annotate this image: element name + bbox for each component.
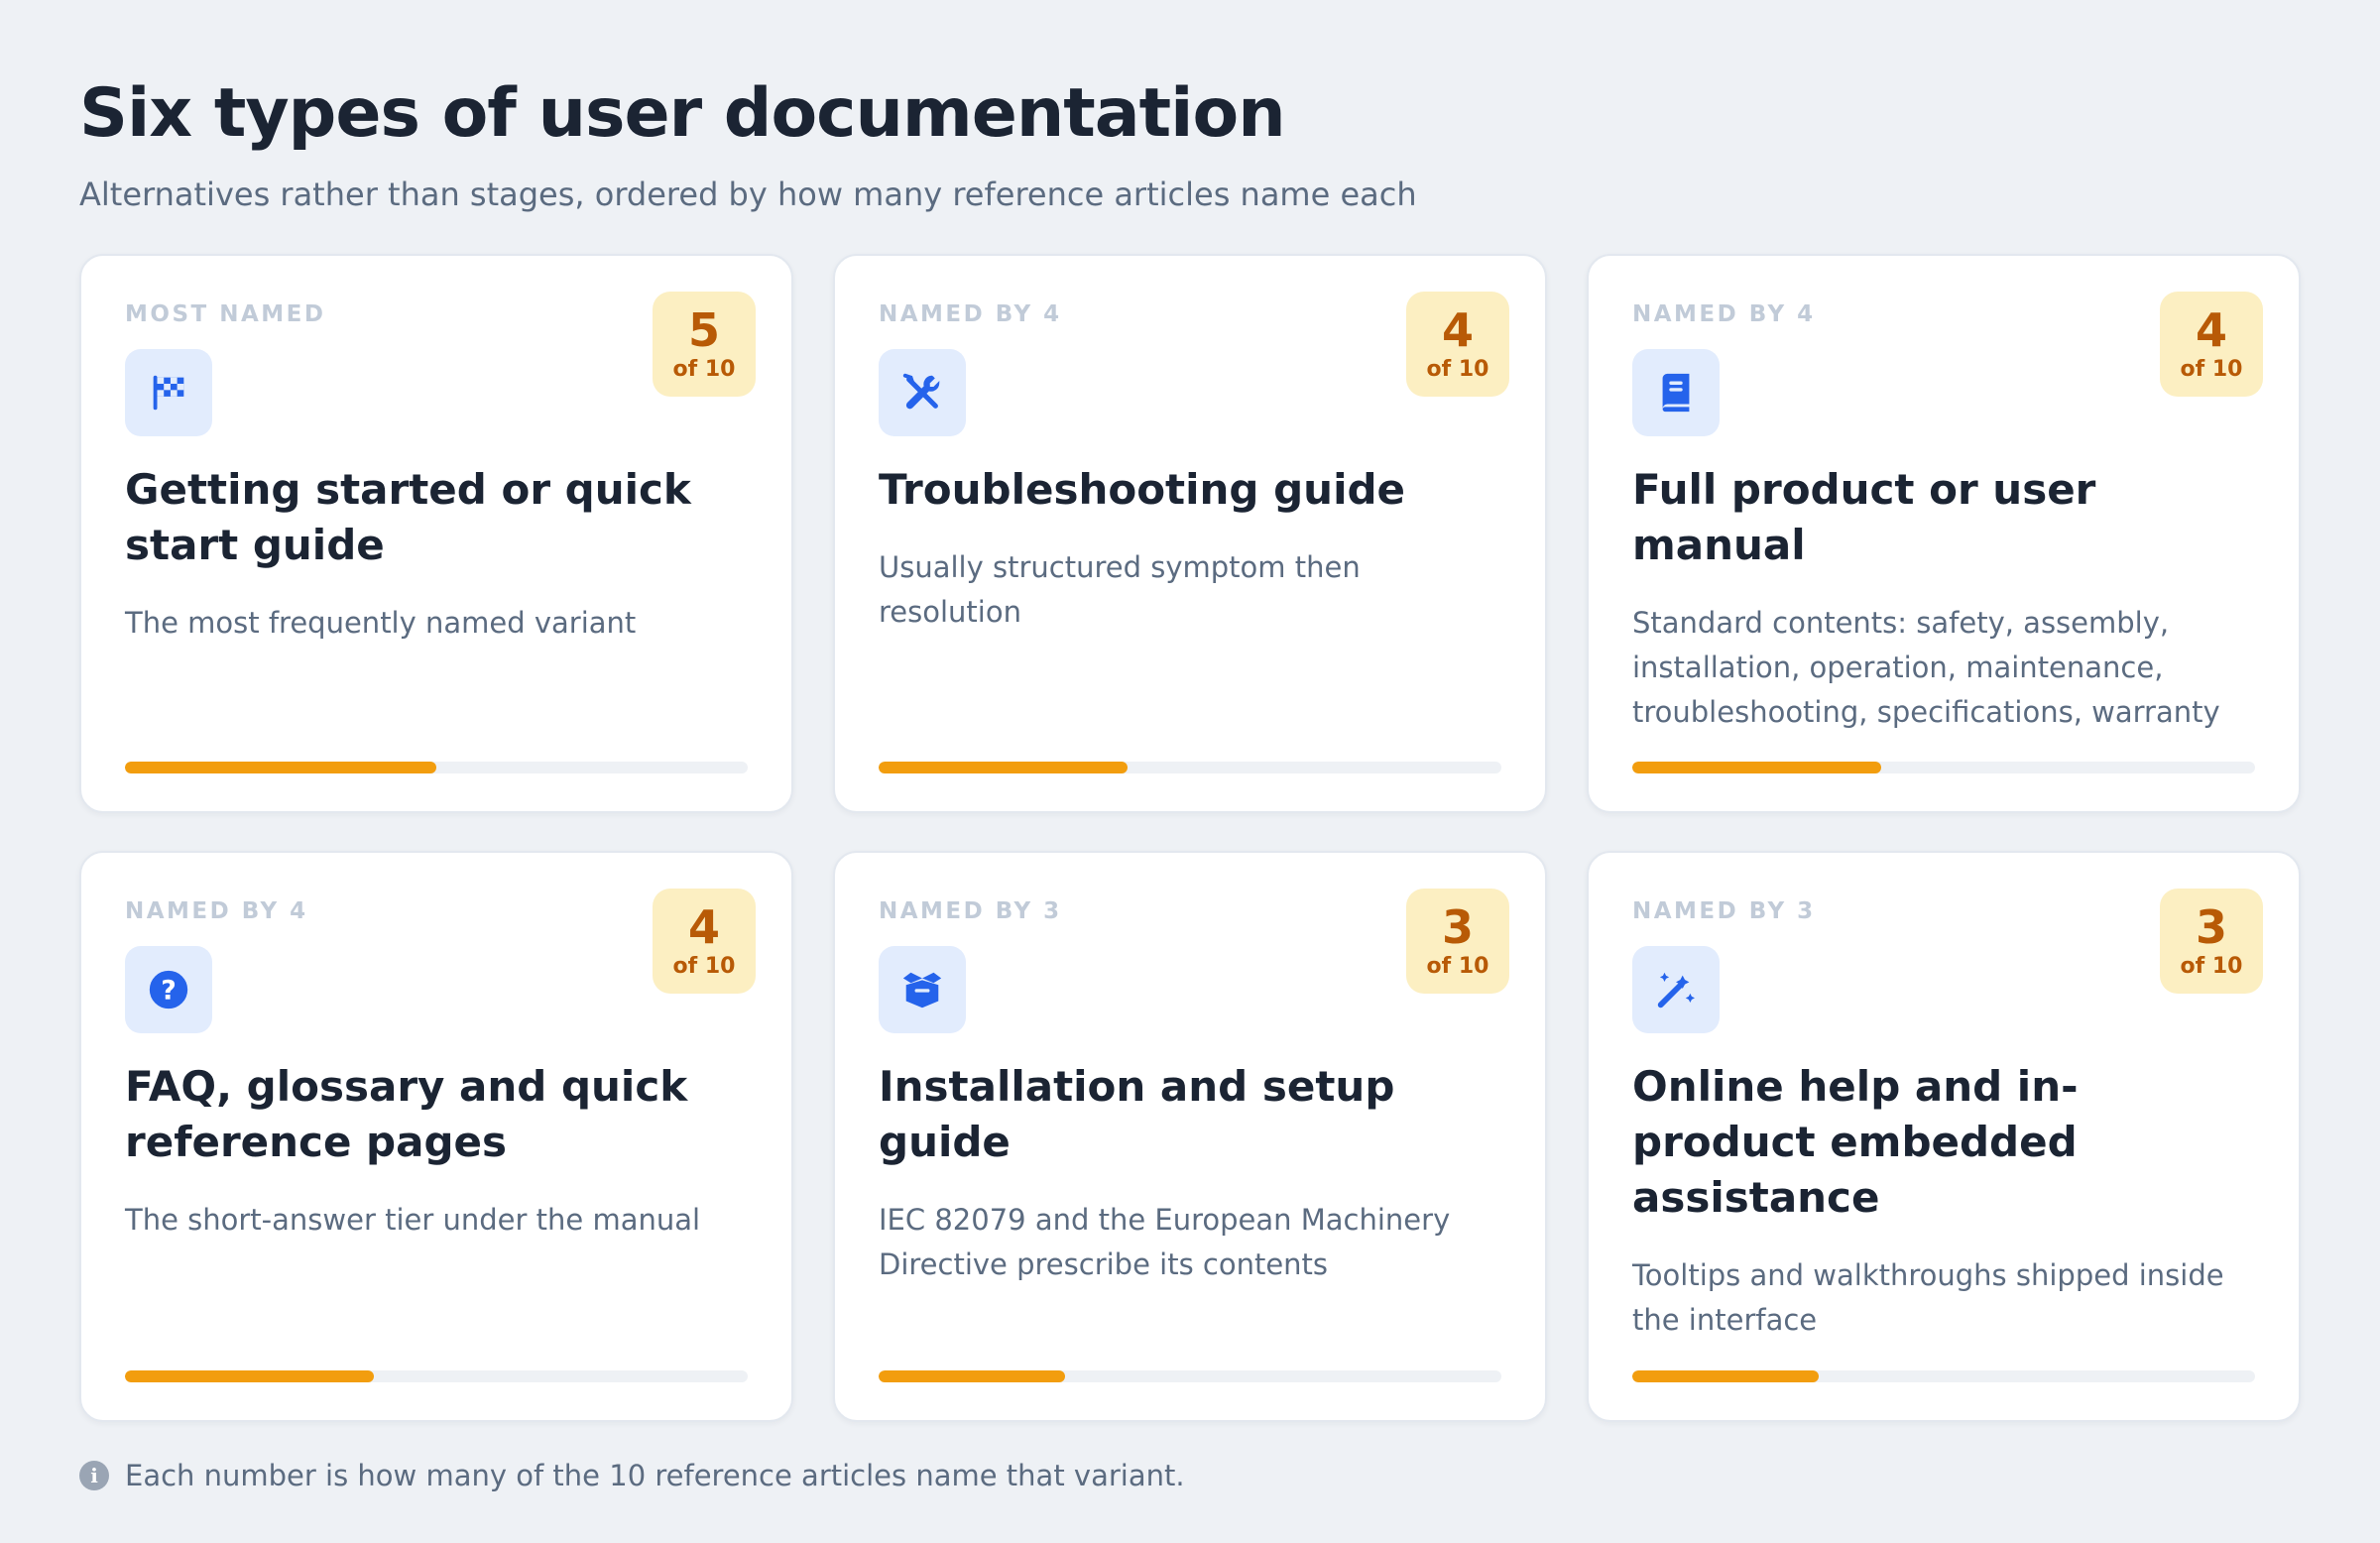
count-value: 3 bbox=[1441, 900, 1474, 954]
card-tag: NAMED BY 3 bbox=[1632, 898, 1816, 924]
card-product-manual: NAMED BY 4 4 of 10 Full product or user … bbox=[1587, 254, 2301, 813]
count-badge: 4 of 10 bbox=[653, 889, 756, 994]
card-online-help: NAMED BY 3 3 of 10 Online help and in-pr… bbox=[1587, 851, 2301, 1422]
count-value: 3 bbox=[2195, 900, 2227, 954]
progress-track bbox=[879, 1370, 1501, 1382]
tools-icon bbox=[879, 349, 966, 436]
info-icon: i bbox=[79, 1461, 109, 1490]
card-installation-setup: NAMED BY 3 3 of 10 Installation and setu… bbox=[833, 851, 1547, 1422]
card-description: IEC 82079 and the European Machinery Dir… bbox=[879, 1203, 1451, 1281]
card-getting-started: MOST NAMED 5 of 10 Getting started or qu… bbox=[79, 254, 793, 813]
progress-fill bbox=[125, 762, 436, 773]
progress-track bbox=[125, 762, 748, 773]
count-badge: 3 of 10 bbox=[1406, 889, 1509, 994]
count-value: 5 bbox=[687, 303, 720, 357]
count-badge: 4 of 10 bbox=[2160, 292, 2263, 397]
count-total: of 10 bbox=[672, 357, 736, 382]
progress-fill bbox=[1632, 1370, 1820, 1382]
open-box-icon bbox=[879, 946, 966, 1033]
count-value: 4 bbox=[2195, 303, 2227, 357]
svg-text:?: ? bbox=[161, 976, 177, 1007]
footnote-text: Each number is how many of the 10 refere… bbox=[125, 1459, 1185, 1492]
card-tag: NAMED BY 4 bbox=[1632, 301, 1816, 327]
footnote: i Each number is how many of the 10 refe… bbox=[79, 1456, 1185, 1495]
card-description: The short-answer tier under the manual bbox=[125, 1203, 701, 1237]
checkered-flag-icon bbox=[125, 349, 212, 436]
progress-fill bbox=[879, 1370, 1066, 1382]
count-value: 4 bbox=[1441, 303, 1474, 357]
card-tag: NAMED BY 3 bbox=[879, 898, 1062, 924]
magic-wand-icon bbox=[1632, 946, 1720, 1033]
card-description: Standard contents: safety, assembly, ins… bbox=[1632, 606, 2220, 729]
card-description: The most frequently named variant bbox=[125, 606, 637, 640]
question-circle-icon: ? bbox=[125, 946, 212, 1033]
count-total: of 10 bbox=[1426, 357, 1489, 382]
count-badge: 5 of 10 bbox=[653, 292, 756, 397]
page: Six types of user documentation Alternat… bbox=[0, 0, 2380, 1543]
progress-fill bbox=[125, 1370, 375, 1382]
progress-track bbox=[1632, 762, 2255, 773]
card-title: Full product or user manual bbox=[1632, 465, 2096, 569]
progress-track bbox=[125, 1370, 748, 1382]
count-badge: 3 of 10 bbox=[2160, 889, 2263, 994]
book-icon bbox=[1632, 349, 1720, 436]
card-title: Troubleshooting guide bbox=[879, 465, 1406, 514]
card-title: Online help and in-product embedded assi… bbox=[1632, 1062, 2079, 1222]
progress-fill bbox=[1632, 762, 1882, 773]
card-tag: NAMED BY 4 bbox=[125, 898, 308, 924]
card-tag: MOST NAMED bbox=[125, 301, 326, 327]
count-total: of 10 bbox=[672, 954, 736, 979]
card-tag: NAMED BY 4 bbox=[879, 301, 1062, 327]
card-faq-glossary: NAMED BY 4 ? 4 of 10 FAQ, glossary and q… bbox=[79, 851, 793, 1422]
card-description: Tooltips and walkthroughs shipped inside… bbox=[1632, 1258, 2224, 1337]
count-value: 4 bbox=[687, 900, 720, 954]
count-total: of 10 bbox=[1426, 954, 1489, 979]
progress-fill bbox=[879, 762, 1129, 773]
cards-grid: MOST NAMED 5 of 10 Getting started or qu… bbox=[79, 254, 2301, 1422]
card-troubleshooting: NAMED BY 4 4 of 10 Troubleshooting guide… bbox=[833, 254, 1547, 813]
progress-track bbox=[1632, 1370, 2255, 1382]
card-title: Getting started or quick start guide bbox=[125, 465, 691, 569]
page-title: Six types of user documentation bbox=[79, 74, 1286, 153]
progress-track bbox=[879, 762, 1501, 773]
count-total: of 10 bbox=[2180, 954, 2243, 979]
page-subtitle: Alternatives rather than stages, ordered… bbox=[79, 176, 1417, 213]
count-total: of 10 bbox=[2180, 357, 2243, 382]
card-title: FAQ, glossary and quick reference pages bbox=[125, 1062, 688, 1166]
card-description: Usually structured symptom then resoluti… bbox=[879, 550, 1361, 629]
count-badge: 4 of 10 bbox=[1406, 292, 1509, 397]
card-title: Installation and setup guide bbox=[879, 1062, 1395, 1166]
